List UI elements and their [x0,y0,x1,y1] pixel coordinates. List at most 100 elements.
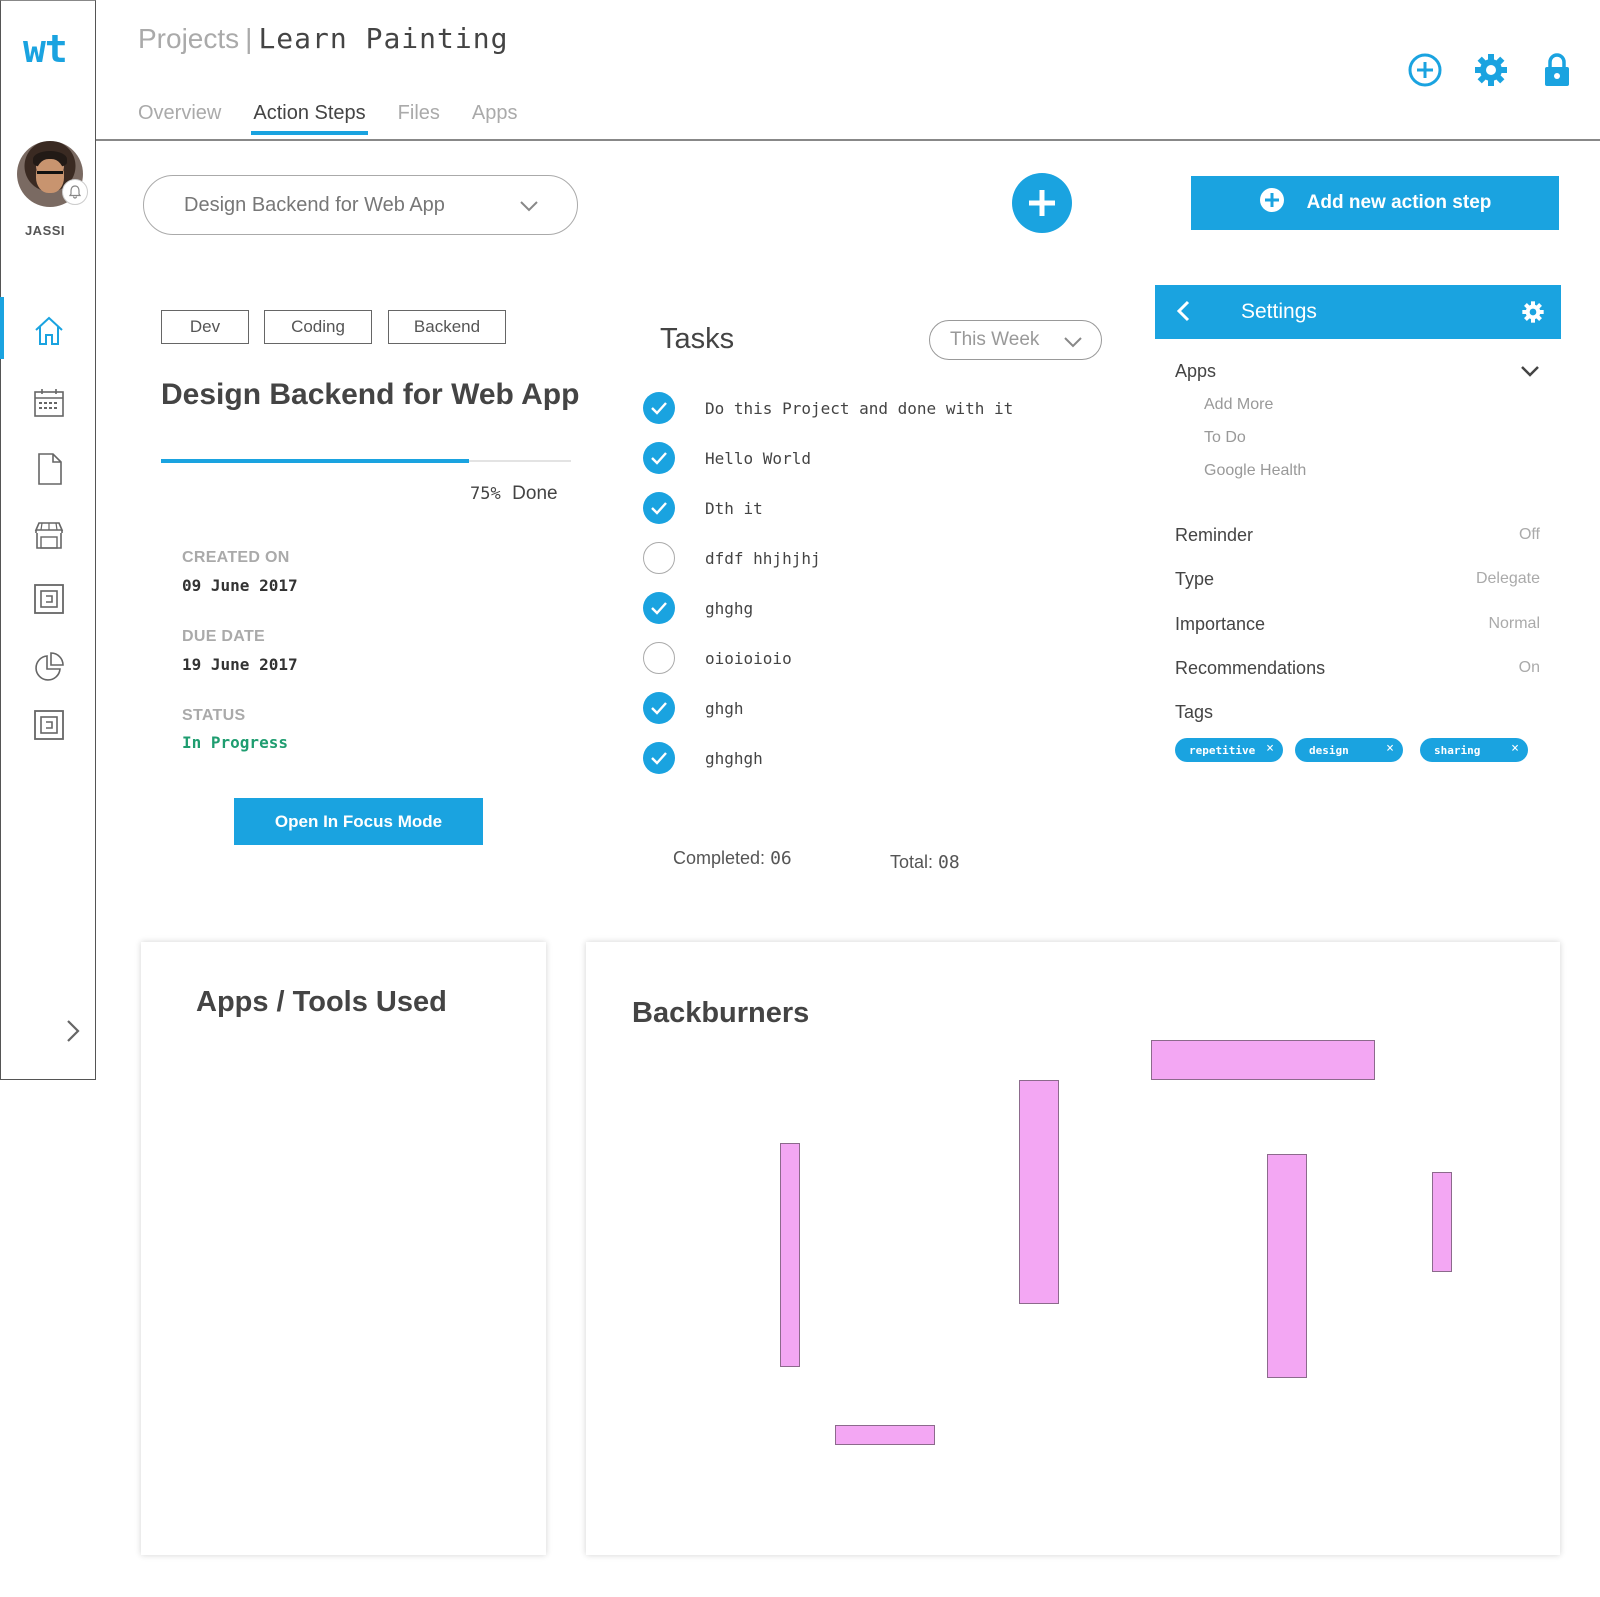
task-row[interactable]: Do this Project and done with it [643,392,1013,424]
task-row[interactable]: dfdf hhjhjhj [643,542,821,574]
header-actions [1405,50,1577,90]
sidebar: wt JASSI [0,0,96,1080]
tasks-filter-value: This Week [950,329,1040,350]
action-step-select-value: Design Backend for Web App [184,193,445,216]
breadcrumb: Projects | Learn Painting [138,22,508,55]
recommendations-label: Recommendations [1175,658,1326,678]
task-row[interactable]: ghgh [643,692,744,724]
tasks-completed: Completed: 06 [673,848,792,869]
close-icon[interactable]: × [1386,741,1394,756]
avatar[interactable] [17,141,88,207]
tag-chip[interactable]: Coding [264,310,372,344]
close-icon[interactable]: × [1511,741,1519,756]
apps-tools-card: Apps / Tools Used [141,942,546,1555]
nav-active-indicator [0,297,4,359]
apps-tools-title: Apps / Tools Used [196,986,447,1018]
settings-app-item[interactable]: To Do [1204,429,1246,447]
close-icon[interactable]: × [1266,741,1274,756]
backburner-item[interactable] [835,1425,935,1445]
gear-icon[interactable] [1521,300,1545,329]
tags-label: Tags [1175,702,1214,722]
home-icon[interactable] [31,313,67,349]
pie-chart-icon[interactable] [31,649,67,685]
tab-overview[interactable]: Overview [136,102,223,135]
checkbox-empty-icon[interactable] [643,642,675,674]
action-step-select[interactable]: Design Backend for Web App [143,175,578,235]
chevron-right-icon[interactable] [61,1016,85,1046]
backburner-item[interactable] [1267,1154,1307,1378]
add-button[interactable] [1012,173,1072,233]
type-value[interactable]: Delegate [1476,570,1540,588]
task-text: ghghg [705,598,754,618]
lock-icon[interactable] [1537,50,1577,90]
backburners-card: Backburners [586,942,1560,1555]
calendar-icon[interactable] [31,385,67,421]
backburner-item[interactable] [1151,1040,1375,1080]
breadcrumb-separator: | [245,23,253,54]
document-icon[interactable] [31,451,67,487]
checkmark-icon[interactable] [643,492,675,524]
backburner-item[interactable] [1019,1080,1059,1304]
store-icon[interactable] [31,517,67,553]
task-text: Hello World [705,448,811,468]
tag-chip[interactable]: Backend [388,310,506,344]
status-label: STATUS [182,707,246,724]
backburner-item[interactable] [780,1143,800,1367]
tasks-total-label: Total: [890,852,934,872]
chevron-left-icon[interactable] [1175,299,1191,328]
progress-suffix: Done [512,483,558,504]
breadcrumb-current: Learn Painting [258,22,509,55]
progress-bar-fill [161,459,469,463]
tasks-completed-label: Completed: [673,848,766,868]
task-text: ghgh [705,698,744,718]
settings-app-item[interactable]: Google Health [1204,462,1306,480]
settings-app-item[interactable]: Add More [1204,396,1273,414]
add-action-step-button[interactable]: Add new action step [1191,176,1559,230]
status-value: In Progress [182,733,288,752]
open-focus-mode-button[interactable]: Open In Focus Mode [234,798,483,845]
tab-apps[interactable]: Apps [470,102,520,135]
tag-pill: repetitive × [1175,738,1283,762]
gear-icon[interactable] [1471,50,1511,90]
task-row[interactable]: ghghgh [643,742,763,774]
framed-app-icon-2[interactable] [31,707,67,743]
tag-pill-label: repetitive [1189,743,1256,757]
app-logo[interactable]: wt [23,27,68,71]
reminder-value[interactable]: Off [1519,526,1540,544]
task-text: Dth it [705,498,763,518]
checkmark-icon[interactable] [643,592,675,624]
due-date-label: DUE DATE [182,628,265,645]
importance-label: Importance [1175,614,1266,634]
notification-bell-icon[interactable] [62,179,88,205]
checkmark-icon[interactable] [643,392,675,424]
tag-chip[interactable]: Dev [161,310,249,344]
tab-bar: Overview Action Steps Files Apps [136,102,547,135]
tasks-total-value: 08 [938,852,960,873]
tasks-filter-select[interactable]: This Week [929,320,1102,360]
checkbox-empty-icon[interactable] [643,542,675,574]
backburner-item[interactable] [1432,1172,1452,1272]
checkmark-icon[interactable] [643,692,675,724]
tasks-title: Tasks [660,323,735,355]
task-row[interactable]: oioioioio [643,642,792,674]
chevron-down-icon [1063,333,1083,355]
breadcrumb-parent[interactable]: Projects [138,23,239,54]
checkmark-icon[interactable] [643,742,675,774]
created-on-label: CREATED ON [182,549,290,566]
tab-action-steps[interactable]: Action Steps [251,102,368,135]
task-row[interactable]: Hello World [643,442,811,474]
add-circle-icon[interactable] [1405,50,1445,90]
task-text: oioioioio [705,648,792,668]
importance-value[interactable]: Normal [1488,615,1540,633]
checkmark-icon[interactable] [643,442,675,474]
chevron-down-icon[interactable] [1520,364,1540,383]
task-row[interactable]: Dth it [643,492,763,524]
task-text: Do this Project and done with it [705,398,1014,418]
task-row[interactable]: ghghg [643,592,753,624]
recommendations-value[interactable]: On [1519,659,1540,677]
tasks-total: Total: 08 [890,852,960,873]
tag-pill-label: design [1309,743,1349,757]
progress-bar [161,459,571,463]
tab-files[interactable]: Files [396,102,442,135]
framed-app-icon[interactable] [31,581,67,617]
